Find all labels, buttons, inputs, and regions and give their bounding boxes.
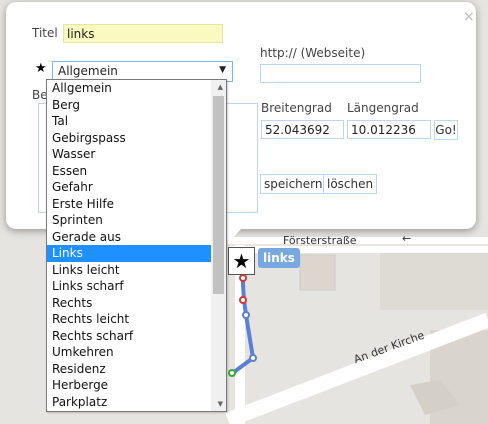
dropdown-option[interactable]: Rechts [47, 295, 211, 312]
longitude-input[interactable] [347, 120, 431, 139]
longitude-label: Längengrad [347, 101, 419, 115]
route-point [239, 274, 247, 282]
dropdown-option[interactable]: Parkplatz [47, 394, 211, 411]
map-marker-label[interactable]: links [258, 248, 300, 268]
route-point [242, 311, 250, 319]
delete-button[interactable]: löschen [323, 174, 378, 194]
dropdown-option[interactable]: Gefahr [47, 179, 211, 196]
title-label: Titel [32, 26, 58, 40]
street-label-foersterstrasse: Försterstraße [283, 234, 357, 247]
oneway-arrow: ← [402, 232, 412, 245]
dropdown-option[interactable]: Links scharf [47, 278, 211, 295]
dropdown-option[interactable]: Essen [47, 163, 211, 180]
latitude-label: Breitengrad [261, 101, 332, 115]
dropdown-option[interactable]: Herberge [47, 377, 211, 394]
go-button[interactable]: Go! [434, 120, 458, 140]
dropdown-option[interactable]: Links [47, 245, 211, 262]
scroll-up-icon[interactable]: ▲ [218, 83, 223, 91]
close-icon[interactable]: × [463, 10, 475, 24]
dropdown-option[interactable]: Umkehren [47, 344, 211, 361]
dropdown-option[interactable]: Residenz [47, 361, 211, 378]
category-options: Allgemein Berg Tal Gebirgspass Wasser Essen Ge… [47, 80, 211, 410]
dropdown-option[interactable]: Wasser [47, 146, 211, 163]
route-point [249, 354, 257, 362]
dropdown-option[interactable]: Erste Hilfe [47, 196, 211, 213]
dropdown-option[interactable]: Berg [47, 97, 211, 114]
route-point [239, 296, 247, 304]
chevron-down-icon: ▼ [219, 65, 226, 75]
map-marker-star-icon[interactable]: ★ [228, 247, 255, 275]
category-select-value: Allgemein [58, 64, 118, 78]
category-dropdown-list[interactable]: Allgemein Berg Tal Gebirgspass Wasser Essen Ge… [46, 79, 227, 412]
dropdown-option[interactable]: Gerade aus [47, 229, 211, 246]
dropdown-option[interactable]: Gebirgspass [47, 130, 211, 147]
scrollbar-thumb[interactable] [213, 96, 224, 294]
latitude-input[interactable] [261, 120, 344, 139]
dropdown-option[interactable]: Links leicht [47, 262, 211, 279]
dropdown-option[interactable]: Rechts scharf [47, 328, 211, 345]
scrollbar[interactable]: ▲ ▼ [211, 80, 226, 411]
star-icon: ★ [35, 61, 47, 76]
web-label: http:// (Webseite) [260, 46, 366, 60]
title-input[interactable] [63, 24, 223, 43]
dropdown-option[interactable]: Allgemein [47, 80, 211, 97]
scroll-down-icon[interactable]: ▼ [218, 400, 223, 408]
dropdown-option[interactable]: Tal [47, 113, 211, 130]
dropdown-option[interactable]: Rechts leicht [47, 311, 211, 328]
dropdown-option[interactable]: Sprinten [47, 212, 211, 229]
route-point [228, 369, 236, 377]
save-button[interactable]: speichern [260, 174, 327, 194]
website-input[interactable] [260, 64, 421, 83]
